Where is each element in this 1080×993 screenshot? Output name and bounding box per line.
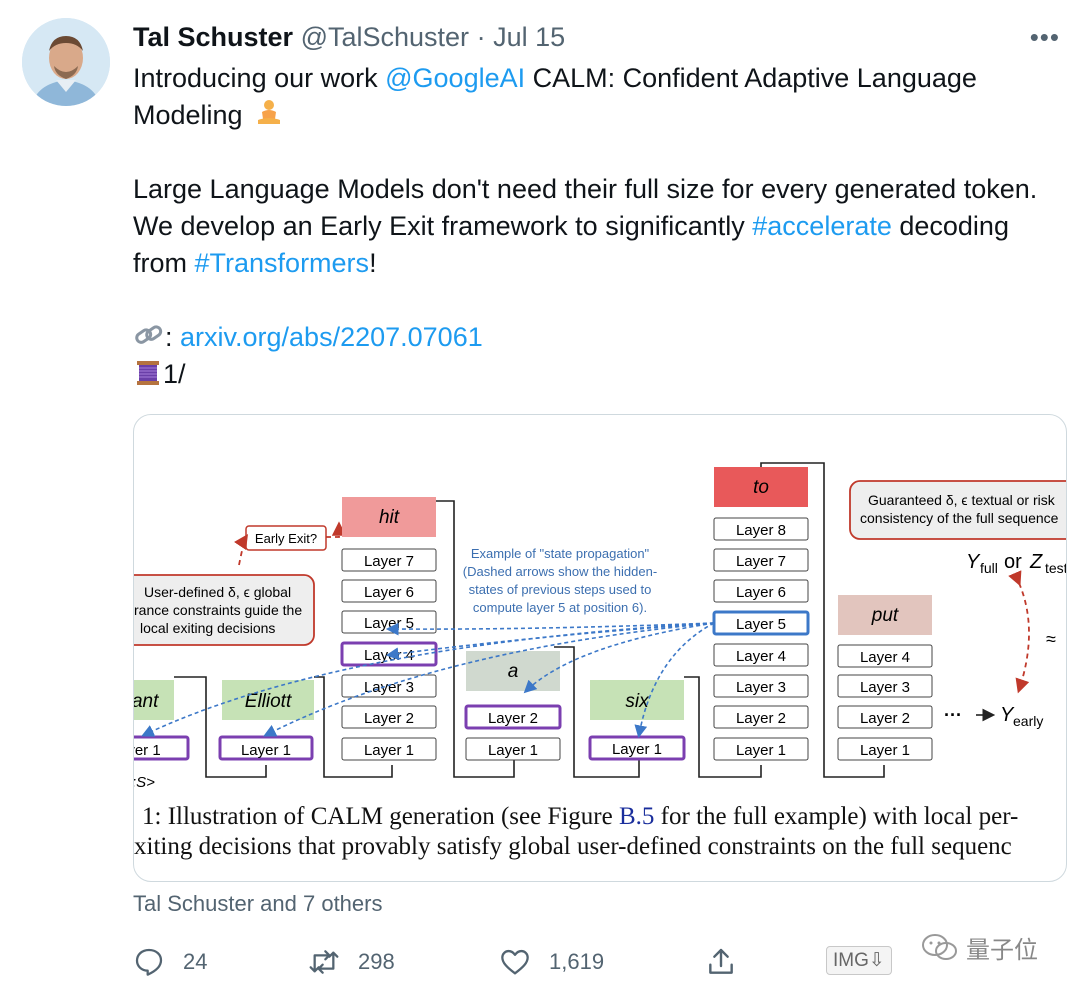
user-defined-line2: rance constraints guide the xyxy=(134,602,302,618)
liked-by-text[interactable]: Tal Schuster and 7 others xyxy=(133,891,382,917)
caption-text-b: for the full example) with local per- xyxy=(654,803,1019,830)
col6-layer1: Layer 1 xyxy=(860,742,910,759)
heart-icon xyxy=(501,949,529,975)
col2-layer6: Layer 6 xyxy=(364,584,414,601)
col2-layer7: Layer 7 xyxy=(364,553,414,570)
arxiv-link[interactable]: arxiv.org/abs/2207.07061 xyxy=(180,322,483,352)
avatar-photo xyxy=(22,18,110,106)
reply-icon xyxy=(135,948,163,976)
col2-layer2: Layer 2 xyxy=(364,710,414,727)
col5-layer2: Layer 2 xyxy=(736,710,786,727)
col5-layer8: Layer 8 xyxy=(736,522,786,539)
share-button[interactable] xyxy=(705,946,737,978)
mention-googleai[interactable]: @GoogleAI xyxy=(385,63,525,93)
hashtag-accelerate[interactable]: #accelerate xyxy=(752,211,892,241)
token-six: six xyxy=(625,691,650,712)
meditation-emoji-icon xyxy=(258,100,281,124)
z-test-sub: test xyxy=(1045,560,1066,576)
state-note-line1: Example of "state propagation" xyxy=(471,546,650,561)
col5-layer1: Layer 1 xyxy=(736,742,786,759)
state-propagation-note: Example of "state propagation" (Dashed a… xyxy=(463,546,657,615)
y-early-sub: early xyxy=(1013,713,1043,729)
token-to: to xyxy=(753,477,769,498)
user-defined-line1: User-defined δ, ϵ global xyxy=(144,584,291,600)
link-separator: : xyxy=(165,322,181,352)
retweet-icon xyxy=(309,950,339,974)
col0-layer1: yer 1 xyxy=(134,742,161,759)
author-handle[interactable]: @TalSchuster xyxy=(301,22,469,52)
caption-line2-text: xiting decisions that provably satisfy g… xyxy=(134,833,1012,860)
reply-button[interactable]: 24 xyxy=(133,946,207,978)
token-hit: hit xyxy=(379,507,400,528)
col5-layer6: Layer 6 xyxy=(736,584,786,601)
link-chain-icon xyxy=(135,325,163,344)
description-suffix: ! xyxy=(369,248,377,278)
caption-text-a: 1: Illustration of CALM generation (see … xyxy=(142,803,619,830)
col5-layer5: Layer 5 xyxy=(736,616,786,633)
col5-layer7: Layer 7 xyxy=(736,553,786,570)
token-a: a xyxy=(508,661,519,682)
link-line: : arxiv.org/abs/2207.07061 xyxy=(133,319,1068,356)
col6-layer2: Layer 2 xyxy=(860,710,910,727)
figure-caption-line2: xiting decisions that provably satisfy g… xyxy=(134,833,1066,861)
col6-layer3: Layer 3 xyxy=(860,679,910,696)
tweet-text: Introducing our work @GoogleAI CALM: Con… xyxy=(133,60,1068,393)
token-put: put xyxy=(871,605,899,626)
retweet-button[interactable]: 298 xyxy=(308,946,395,978)
y-full-sub: full xyxy=(980,560,998,576)
state-note-line4: compute layer 5 at position 6). xyxy=(473,600,647,615)
start-token: :S> xyxy=(134,774,155,791)
like-count: 1,619 xyxy=(549,949,605,974)
image-download-badge[interactable]: IMG⇩ xyxy=(826,946,892,975)
tweet-date[interactable]: Jul 15 xyxy=(493,22,565,52)
col6-layer4: Layer 4 xyxy=(860,649,910,666)
approx-symbol: ≈ xyxy=(1046,629,1056,649)
col5-layer4: Layer 4 xyxy=(736,648,786,665)
col3-layer2: Layer 2 xyxy=(488,710,538,727)
col5-layer3: Layer 3 xyxy=(736,679,786,696)
more-options-icon[interactable]: ••• xyxy=(1030,22,1060,53)
thread-counter: 1/ xyxy=(163,359,186,389)
user-defined-line3: local exiting decisions xyxy=(140,620,275,636)
author-name[interactable]: Tal Schuster xyxy=(133,22,293,52)
col2-layer4: Layer 4 xyxy=(364,647,414,664)
col2-layer1: Layer 1 xyxy=(364,742,414,759)
description-paragraph: Large Language Models don't need their f… xyxy=(133,171,1068,282)
guaranteed-line2: consistency of the full sequence xyxy=(860,510,1059,526)
col4-layer1: Layer 1 xyxy=(612,741,662,758)
reply-count: 24 xyxy=(183,949,208,974)
state-note-line2: (Dashed arrows show the hidden- xyxy=(463,564,657,579)
guaranteed-line1: Guaranteed δ, ϵ textual or risk xyxy=(868,492,1056,508)
hashtag-transformers[interactable]: #Transformers xyxy=(195,248,370,278)
retweet-count: 298 xyxy=(358,949,395,974)
author-avatar[interactable] xyxy=(22,18,110,106)
ellipsis: ··· xyxy=(944,705,962,725)
caption-figure-ref: B.5 xyxy=(618,803,655,830)
token-elliott: Elliott xyxy=(245,691,292,712)
token-rant: rant xyxy=(134,691,159,712)
early-exit-label: Early Exit? xyxy=(255,531,317,546)
wechat-icon xyxy=(922,933,957,960)
z-test: Z xyxy=(1029,551,1043,573)
tweet-header: Tal Schuster @TalSchuster · Jul 15 xyxy=(133,22,565,53)
intro-paragraph: Introducing our work @GoogleAI CALM: Con… xyxy=(133,60,1068,134)
thread-line: 1/ xyxy=(133,356,1068,393)
col2-layer3: Layer 3 xyxy=(364,679,414,696)
watermark: 量子位 xyxy=(920,930,1038,965)
tweet-image[interactable]: Early Exit? User-defined δ, ϵ global ran… xyxy=(133,414,1067,882)
intro-prefix: Introducing our work xyxy=(133,63,386,93)
figure-caption-line1: 1: Illustration of CALM generation (see … xyxy=(134,803,1066,831)
col1-layer1: Layer 1 xyxy=(241,742,291,759)
or-word: or xyxy=(1004,551,1022,573)
like-button[interactable]: 1,619 xyxy=(499,946,604,978)
watermark-text: 量子位 xyxy=(966,937,1038,964)
share-icon xyxy=(709,948,733,974)
state-note-line3: states of previous steps used to xyxy=(469,582,652,597)
thread-spool-icon xyxy=(137,361,159,385)
y-full: Y xyxy=(966,551,981,573)
col3-layer1: Layer 1 xyxy=(488,742,538,759)
header-separator: · xyxy=(476,22,486,52)
